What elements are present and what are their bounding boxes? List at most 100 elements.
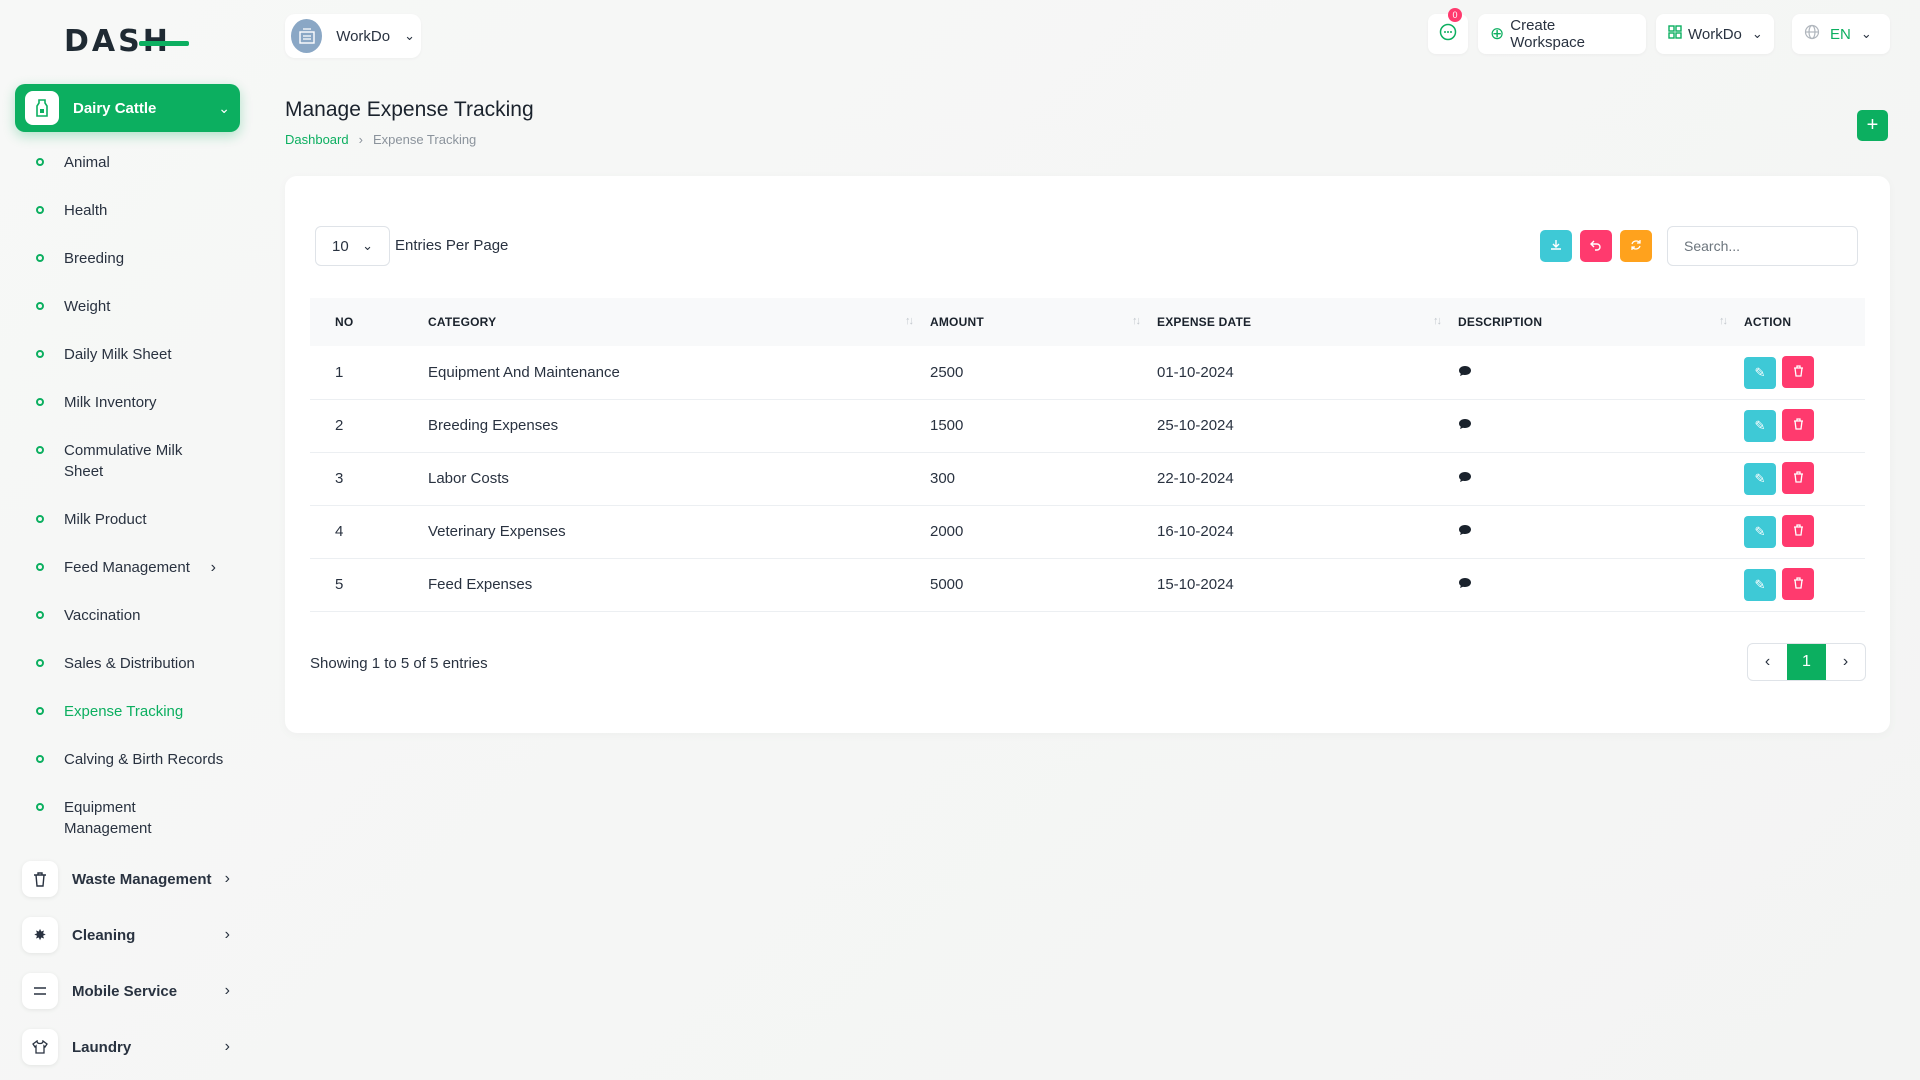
breadcrumb-dashboard[interactable]: Dashboard bbox=[285, 132, 349, 147]
chevron-right-icon: › bbox=[224, 926, 230, 943]
cell-no: 4 bbox=[310, 505, 428, 559]
cell-category: Feed Expenses bbox=[428, 558, 930, 612]
trash-icon bbox=[1793, 364, 1804, 380]
delete-button[interactable] bbox=[1782, 356, 1814, 388]
cell-description bbox=[1458, 505, 1744, 559]
cell-amount: 5000 bbox=[930, 558, 1157, 612]
sidebar-item-weight[interactable]: Weight bbox=[36, 296, 236, 317]
expense-table-card: 10 ⌄ Entries Per Page NO CATEGORY↑↓ AMOU… bbox=[285, 176, 1890, 733]
sidebar-item-calving-birth-records[interactable]: Calving & Birth Records bbox=[36, 749, 236, 770]
page-title: Manage Expense Tracking bbox=[285, 98, 534, 121]
sort-icon: ↑↓ bbox=[1132, 315, 1141, 327]
workspace-switcher[interactable]: WorkDo ⌄ bbox=[285, 14, 421, 58]
column-header-no: NO bbox=[335, 315, 354, 329]
chevron-right-icon: › bbox=[224, 1038, 230, 1055]
cell-amount: 2000 bbox=[930, 505, 1157, 559]
sparkle-icon: ✸ bbox=[22, 917, 58, 953]
module-laundry[interactable]: Laundry › bbox=[22, 1027, 232, 1067]
refresh-button[interactable] bbox=[1620, 230, 1652, 262]
cell-expense-date: 16-10-2024 bbox=[1157, 505, 1458, 559]
expense-table: NO CATEGORY ↑↓ AMOUNT ↑↓ EXPENSE DATE ↑↓ DE… bbox=[310, 298, 1865, 612]
trash-icon bbox=[1793, 577, 1804, 592]
edit-button[interactable]: ✎ bbox=[1744, 515, 1776, 548]
cell-action: ✎ bbox=[1744, 452, 1865, 506]
column-header-expense-date[interactable]: EXPENSE DATE ↑↓ bbox=[1157, 298, 1458, 346]
module-mobile-service[interactable]: Mobile Service › bbox=[22, 971, 232, 1011]
sidebar-item-daily-milk-sheet[interactable]: Daily Milk Sheet bbox=[36, 344, 236, 365]
column-header-category[interactable]: CATEGORY ↑↓ bbox=[428, 298, 930, 346]
sidebar-item-expense-tracking[interactable]: Expense Tracking bbox=[36, 701, 236, 722]
sort-icon: ↑↓ bbox=[1433, 315, 1442, 327]
sidebar-item-health[interactable]: Health bbox=[36, 200, 236, 221]
cell-description bbox=[1458, 346, 1744, 400]
pencil-icon: ✎ bbox=[1754, 523, 1766, 539]
table-row: 4 Veterinary Expenses 2000 16-10-2024 ✎ bbox=[310, 505, 1865, 559]
module-cleaning[interactable]: ✸ Cleaning › bbox=[22, 915, 232, 955]
cell-category: Equipment And Maintenance bbox=[428, 346, 930, 400]
sidebar-item-commulative-milk-sheet[interactable]: Commulative Milk Sheet bbox=[36, 440, 196, 482]
next-page-button[interactable]: › bbox=[1826, 644, 1865, 680]
search-input[interactable] bbox=[1667, 226, 1858, 266]
comment-icon[interactable] bbox=[1458, 523, 1472, 539]
globe-icon bbox=[1804, 24, 1820, 44]
download-button[interactable] bbox=[1540, 230, 1572, 262]
pencil-icon: ✎ bbox=[1754, 417, 1766, 433]
module-waste-management[interactable]: Waste Management › bbox=[22, 859, 232, 899]
module-dairy-cattle[interactable]: Dairy Cattle ⌄ bbox=[15, 84, 240, 132]
delete-button[interactable] bbox=[1782, 515, 1814, 548]
edit-button[interactable]: ✎ bbox=[1744, 462, 1776, 495]
column-header-amount[interactable]: AMOUNT ↑↓ bbox=[930, 298, 1157, 346]
workspace-avatar bbox=[291, 19, 323, 53]
table-row: 1 Equipment And Maintenance 2500 01-10-2… bbox=[310, 346, 1865, 400]
sidebar-item-milk-inventory[interactable]: Milk Inventory bbox=[36, 392, 236, 413]
cell-expense-date: 22-10-2024 bbox=[1157, 452, 1458, 506]
language-selector[interactable]: EN ⌄ bbox=[1792, 14, 1890, 54]
edit-button[interactable]: ✎ bbox=[1744, 409, 1776, 442]
chevron-down-icon: ⌄ bbox=[1860, 26, 1872, 41]
sidebar-item-animal[interactable]: Animal bbox=[36, 152, 236, 173]
sort-icon: ↑↓ bbox=[905, 315, 914, 327]
sidebar-item-milk-product[interactable]: Milk Product bbox=[36, 509, 236, 530]
prev-page-button[interactable]: ‹ bbox=[1748, 644, 1787, 680]
page-button[interactable]: 1 bbox=[1787, 644, 1826, 680]
messages-button[interactable]: 0 bbox=[1428, 8, 1468, 54]
comment-icon[interactable] bbox=[1458, 417, 1472, 433]
sidebar-item-equipment-management[interactable]: Equipment Management bbox=[36, 797, 176, 839]
cell-category: Labor Costs bbox=[428, 452, 930, 506]
cell-action: ✎ bbox=[1744, 558, 1865, 612]
cell-description bbox=[1458, 452, 1744, 506]
trash-icon bbox=[1793, 471, 1804, 486]
cell-action: ✎ bbox=[1744, 346, 1865, 400]
delete-button[interactable] bbox=[1782, 568, 1814, 601]
reset-button[interactable] bbox=[1580, 230, 1612, 262]
sidebar-item-vaccination[interactable]: Vaccination bbox=[36, 605, 236, 626]
dash-logo[interactable]: DASH bbox=[64, 24, 194, 59]
cell-expense-date: 01-10-2024 bbox=[1157, 346, 1458, 400]
workspace-menu[interactable]: WorkDo ⌄ bbox=[1656, 14, 1774, 54]
delete-button[interactable] bbox=[1782, 462, 1814, 495]
cell-description bbox=[1458, 558, 1744, 612]
apps-grid-icon bbox=[1668, 25, 1682, 43]
cell-amount: 300 bbox=[930, 452, 1157, 506]
sidebar-item-feed-management[interactable]: Feed Management › bbox=[36, 557, 236, 578]
column-header-description[interactable]: DESCRIPTION ↑↓ bbox=[1458, 298, 1744, 346]
table-row: 3 Labor Costs 300 22-10-2024 ✎ bbox=[310, 452, 1865, 506]
breadcrumb: Dashboard › Expense Tracking bbox=[285, 132, 476, 147]
cell-action: ✎ bbox=[1744, 505, 1865, 559]
menu-lines-icon bbox=[22, 973, 58, 1009]
comment-icon[interactable] bbox=[1458, 364, 1472, 380]
edit-button[interactable]: ✎ bbox=[1744, 568, 1776, 601]
chevron-down-icon: ⌄ bbox=[362, 238, 373, 253]
comment-icon[interactable] bbox=[1458, 576, 1472, 592]
add-expense-button[interactable]: + bbox=[1857, 110, 1888, 141]
delete-button[interactable] bbox=[1782, 409, 1814, 442]
comment-icon[interactable] bbox=[1458, 470, 1472, 486]
entries-per-page-select[interactable]: 10 ⌄ bbox=[315, 226, 390, 266]
edit-button[interactable]: ✎ bbox=[1744, 356, 1776, 389]
cell-amount: 1500 bbox=[930, 399, 1157, 453]
cell-category: Veterinary Expenses bbox=[428, 505, 930, 559]
create-workspace-button[interactable]: ⊕ Create Workspace bbox=[1478, 14, 1646, 54]
sidebar-item-sales-distribution[interactable]: Sales & Distribution bbox=[36, 653, 236, 674]
sidebar-item-breeding[interactable]: Breeding bbox=[36, 248, 236, 269]
chevron-down-icon: ⌄ bbox=[404, 28, 415, 43]
